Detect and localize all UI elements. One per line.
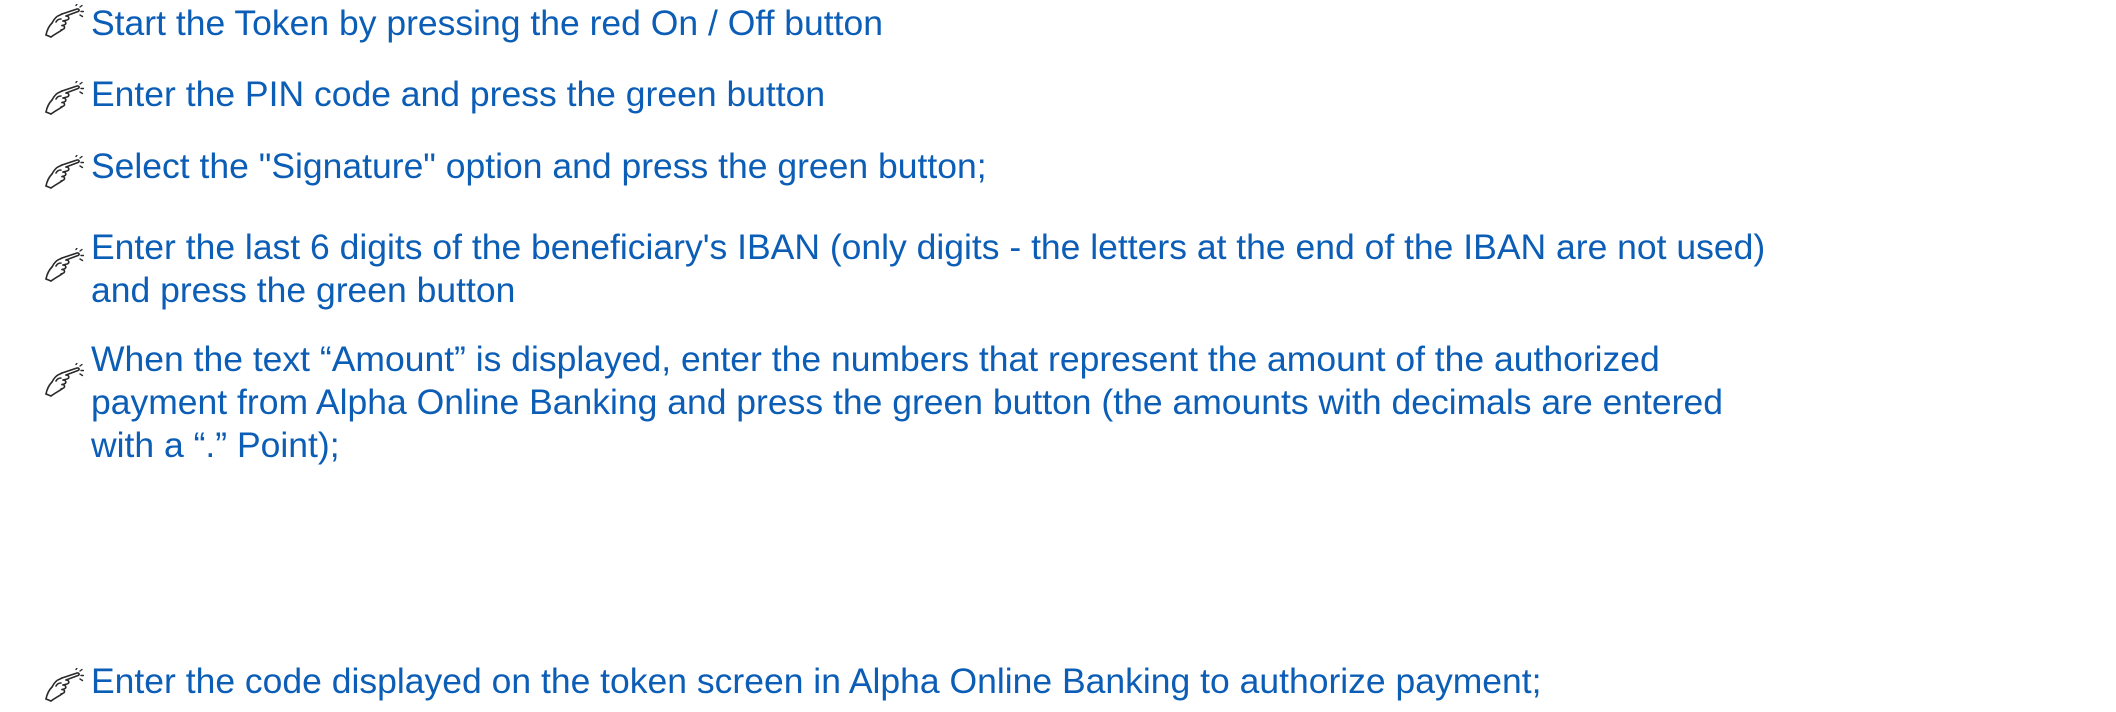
step-line: Enter the code displayed on the token sc…	[91, 661, 1542, 701]
step-text: Enter the code displayed on the token sc…	[91, 660, 2116, 703]
step-line: payment from Alpha Online Banking and pr…	[91, 382, 1723, 422]
step-line: Enter the last 6 digits of the beneficia…	[91, 227, 1766, 267]
step-text: Select the "Signature" option and press …	[91, 145, 2116, 188]
pointing-hand-icon	[44, 81, 84, 115]
pointing-hand-icon	[44, 155, 84, 189]
step-line: with a “.” Point);	[91, 425, 340, 465]
pointing-hand-icon	[44, 668, 84, 702]
step-text: Start the Token by pressing the red On /…	[91, 2, 2116, 45]
step-text: Enter the PIN code and press the green b…	[91, 73, 2116, 116]
pointing-hand-icon	[44, 363, 84, 397]
step-line: Start the Token by pressing the red On /…	[91, 3, 883, 43]
pointing-hand-icon	[44, 248, 84, 282]
step-line: Enter the PIN code and press the green b…	[91, 74, 826, 114]
pointing-hand-icon	[44, 4, 84, 38]
step-line: When the text “Amount” is displayed, ent…	[91, 339, 1660, 379]
step-text: When the text “Amount” is displayed, ent…	[91, 338, 2116, 467]
step-line: Select the "Signature" option and press …	[91, 146, 987, 186]
step-line: and press the green button	[91, 270, 516, 310]
step-text: Enter the last 6 digits of the beneficia…	[91, 226, 2116, 312]
